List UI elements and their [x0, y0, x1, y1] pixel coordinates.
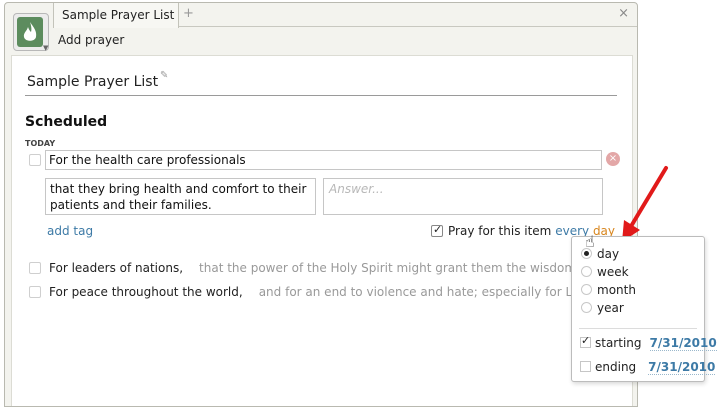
tab-bar: Sample Prayer List + ×	[53, 3, 637, 28]
starting-row: starting 7/31/2010	[580, 334, 717, 351]
chevron-down-icon: ▼	[43, 44, 49, 52]
new-tab-button[interactable]: +	[183, 6, 194, 21]
starting-label: starting	[595, 336, 642, 350]
item-title: For peace throughout the world,	[49, 285, 243, 299]
app-window: ▼ Sample Prayer List + × Add prayer Samp…	[4, 2, 638, 407]
ending-checkbox[interactable]	[580, 361, 591, 372]
app-menu-button[interactable]: ▼	[13, 13, 49, 52]
item-checkbox[interactable]	[29, 154, 41, 166]
group-label: TODAY	[25, 139, 56, 148]
starting-date-picker[interactable]: 7/31/2010	[649, 336, 717, 351]
option-label: day	[597, 247, 620, 261]
frequency-option-week[interactable]: week	[581, 265, 629, 281]
item-note: that the power of the Holy Spirit might …	[199, 261, 604, 275]
add-tag-link[interactable]: add tag	[47, 224, 93, 238]
tab-label: Sample Prayer List	[62, 8, 175, 22]
prayer-list-panel: Sample Prayer List ✎ Scheduled TODAY For…	[11, 55, 633, 406]
frequency-option-month[interactable]: month	[581, 283, 636, 299]
flame-icon	[17, 17, 43, 47]
starting-checkbox[interactable]	[580, 334, 591, 348]
pray-label: Pray for this item	[448, 224, 552, 238]
radio-button	[581, 302, 592, 313]
option-label: month	[597, 283, 636, 297]
section-title: Scheduled	[25, 114, 108, 130]
list-title: Sample Prayer List	[27, 74, 159, 90]
ending-row: ending 7/31/2010	[580, 360, 716, 375]
item-note: and for an end to violence and hate; esp…	[258, 285, 621, 299]
option-label: year	[597, 301, 624, 315]
answer-field[interactable]: Answer...	[323, 178, 603, 215]
pencil-icon[interactable]: ✎	[160, 70, 168, 81]
ending-date-picker[interactable]: 7/31/2010	[648, 360, 716, 375]
hand-cursor-icon: ☝	[585, 232, 595, 251]
prayer-description-field[interactable]: that they bring health and comfort to th…	[45, 178, 316, 215]
description-line: patients and their families.	[50, 198, 212, 212]
tab-sample-prayer-list[interactable]: Sample Prayer List	[53, 3, 179, 28]
list-item[interactable]: For peace throughout the world, and for a…	[49, 285, 621, 299]
item-title: For leaders of nations,	[49, 261, 184, 275]
description-line: that they bring health and comfort to th…	[50, 182, 307, 196]
option-label: week	[597, 265, 629, 279]
pray-checkbox[interactable]	[431, 223, 443, 237]
item-checkbox[interactable]	[29, 286, 41, 298]
radio-button	[581, 284, 592, 295]
prayer-title-field[interactable]: For the health care professionals	[45, 150, 602, 170]
ending-label: ending	[595, 360, 637, 374]
item-checkbox[interactable]	[29, 262, 41, 274]
close-tab-button[interactable]: ×	[618, 6, 629, 21]
frequency-popover: day week month year starting 7/31/2010 en…	[571, 236, 717, 382]
divider	[579, 328, 697, 329]
title-divider	[25, 95, 617, 96]
add-prayer-button[interactable]: Add prayer	[58, 33, 124, 47]
frequency-option-year[interactable]: year	[581, 301, 624, 317]
list-item[interactable]: For leaders of nations, that the power of…	[49, 261, 603, 275]
radio-button	[581, 266, 592, 277]
